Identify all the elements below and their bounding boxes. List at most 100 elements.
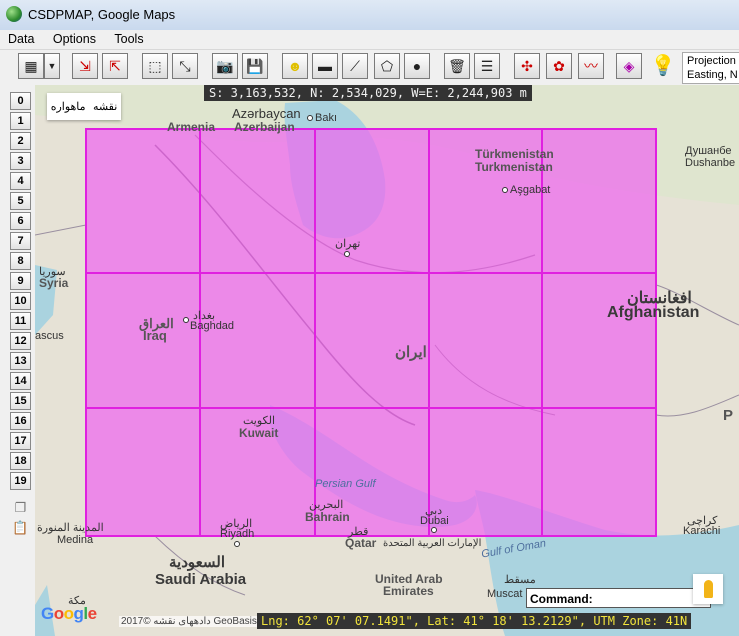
delete-button[interactable]: 🗑 (444, 53, 470, 79)
map-label-iraq: Iraq (143, 328, 167, 343)
globe-icon (6, 6, 22, 22)
smiley-button[interactable]: ☻ (282, 53, 308, 79)
menu-data[interactable]: Data (0, 31, 40, 46)
area-tool-button[interactable]: ✿ (546, 53, 572, 79)
export-button[interactable]: ⇱ (102, 53, 128, 79)
map-label-azerbaycan: Azərbaycan (232, 106, 301, 121)
menu-bar: Data Options Tools (0, 30, 739, 48)
map-background (35, 85, 739, 636)
map-type-map[interactable]: نقشه (93, 100, 117, 113)
map-label-muscat: Muscat (487, 588, 523, 600)
map-grid-button[interactable]: ▦ (18, 53, 44, 79)
city-dot-baku (307, 115, 313, 121)
import-button[interactable]: ⇲ (72, 53, 98, 79)
zoom-level-panel: 0 1 2 3 4 5 6 7 8 9 10 11 12 13 14 15 16… (0, 85, 34, 636)
menu-options[interactable]: Options (45, 31, 102, 46)
zoom-level-16[interactable]: 16 (10, 412, 31, 430)
smiley-icon: ☻ (287, 58, 303, 74)
help-button[interactable]: 💡 (650, 53, 676, 79)
map-label-asgabat: Aşgabat (510, 184, 551, 196)
layers-button[interactable]: ◈ (616, 53, 642, 79)
zoom-level-15[interactable]: 15 (10, 392, 31, 410)
zoom-level-3[interactable]: 3 (10, 152, 31, 170)
window-title: CSDPMAP, Google Maps (28, 7, 176, 22)
street-view-button[interactable] (693, 574, 723, 604)
map-label-turkmenistan-1: Türkmenistan (475, 147, 554, 161)
map-copyright: 2017© دادههای نقشه GeoBasis-DE/ (119, 616, 279, 627)
trash-icon: 🗑 (448, 58, 466, 74)
map-label-uae-ar: الإمارات العربية المتحدة (383, 538, 482, 549)
zoom-level-7[interactable]: 7 (10, 232, 31, 250)
snapshot-button[interactable]: 📷 (212, 53, 238, 79)
zoom-level-5[interactable]: 5 (10, 192, 31, 210)
map-label-kuwait: Kuwait (239, 426, 279, 440)
map-label-baku: Bakı (315, 112, 338, 124)
zoom-level-1[interactable]: 1 (10, 112, 31, 130)
map-label-afghanistan: Afghanistan (607, 304, 700, 321)
map-type-control[interactable]: ماهواره نقشه (47, 93, 121, 120)
zoom-level-10[interactable]: 10 (10, 292, 31, 310)
zoom-level-8[interactable]: 8 (10, 252, 31, 270)
profile-icon: 〰 (584, 58, 598, 74)
zoom-level-4[interactable]: 4 (10, 172, 31, 190)
point-icon: ✣ (521, 58, 533, 74)
zoom-level-0[interactable]: 0 (10, 92, 31, 110)
polyline-tool-button[interactable]: ⟋ (342, 53, 368, 79)
zoom-level-12[interactable]: 12 (10, 332, 31, 350)
zoom-level-17[interactable]: 17 (10, 432, 31, 450)
layers-icon: ◈ (623, 58, 635, 74)
paste-icon[interactable]: 📋 (11, 519, 30, 536)
map-label-armenia: Armenia (167, 120, 216, 134)
camera-icon: 📷 (216, 58, 234, 74)
map-type-satellite[interactable]: ماهواره (51, 100, 86, 113)
zoom-level-2[interactable]: 2 (10, 132, 31, 150)
map-label-uae-2: Emirates (383, 584, 434, 598)
rectangle-tool-button[interactable]: ▬ (312, 53, 338, 79)
point-tool-button[interactable]: ✣ (514, 53, 540, 79)
zoom-level-19[interactable]: 19 (10, 472, 31, 490)
list-button[interactable]: ☰ (474, 53, 500, 79)
menu-tools[interactable]: Tools (106, 31, 149, 46)
zoom-level-6[interactable]: 6 (10, 212, 31, 230)
map-label-saudi-ar: السعودية (169, 554, 226, 571)
copy-icon[interactable]: ❐ (11, 499, 30, 516)
map-label-persian-gulf: Persian Gulf (315, 478, 376, 490)
zoom-level-11[interactable]: 11 (10, 312, 31, 330)
floppy-disk-icon: 💾 (246, 58, 264, 74)
map-label-pakistan-partial: P (723, 407, 734, 424)
zoom-out-area-button[interactable]: ⤡ (172, 53, 198, 79)
list-icon: ☰ (480, 58, 494, 74)
command-input[interactable]: Command: (526, 588, 711, 608)
profile-tool-button[interactable]: 〰 (578, 53, 604, 79)
polygon-tool-button[interactable]: ⬠ (374, 53, 400, 79)
map-label-medina-ar: المدينة المنورة (37, 522, 104, 534)
city-dot-dubai (431, 527, 437, 533)
map-label-karachi: Karachi (683, 525, 721, 537)
map-view[interactable]: ماهواره نقشه S: 3,163,532, N: 2,534,029,… (35, 85, 739, 636)
zoom-level-14[interactable]: 14 (10, 372, 31, 390)
zoom-box-out-icon: ⤡ (179, 58, 191, 74)
zoom-level-18[interactable]: 18 (10, 452, 31, 470)
light-bulb-icon: 💡 (650, 55, 676, 77)
polyline-icon: ⟋ (350, 58, 360, 74)
map-label-riyadh: Riyadh (220, 528, 255, 540)
toolbar: ▦ ▼ ⇲ ⇱ ⬚ ⤡ 📷 💾 ☻ ▬ ⟋ ⬠ ● 🗑 ☰ ✣ ✿ 〰 ◈ 💡 … (0, 49, 739, 86)
zoom-box-icon: ⬚ (148, 58, 162, 74)
area-icon: ✿ (553, 58, 565, 74)
cursor-coordinate-readout: Lng: 62° 07' 07.1491", Lat: 41° 18' 13.2… (257, 613, 692, 629)
chevron-down-icon: ▼ (47, 60, 57, 71)
city-dot-riyadh (234, 541, 240, 547)
map-label-medina: Medina (57, 534, 94, 546)
city-dot-asgabat (502, 187, 508, 193)
zoom-in-area-button[interactable]: ⬚ (142, 53, 168, 79)
google-logo: Google (41, 604, 97, 623)
projection-line-2: Easting, N (687, 69, 738, 81)
save-button[interactable]: 💾 (242, 53, 268, 79)
circle-tool-button[interactable]: ● (404, 53, 430, 79)
import-icon: ⇲ (79, 58, 91, 74)
zoom-level-13[interactable]: 13 (10, 352, 31, 370)
map-grid-dropdown[interactable]: ▼ (44, 53, 60, 79)
map-label-dushanbe-ru: Душанбе (685, 145, 732, 157)
city-dot-tehran (344, 251, 350, 257)
zoom-level-9[interactable]: 9 (10, 272, 31, 290)
